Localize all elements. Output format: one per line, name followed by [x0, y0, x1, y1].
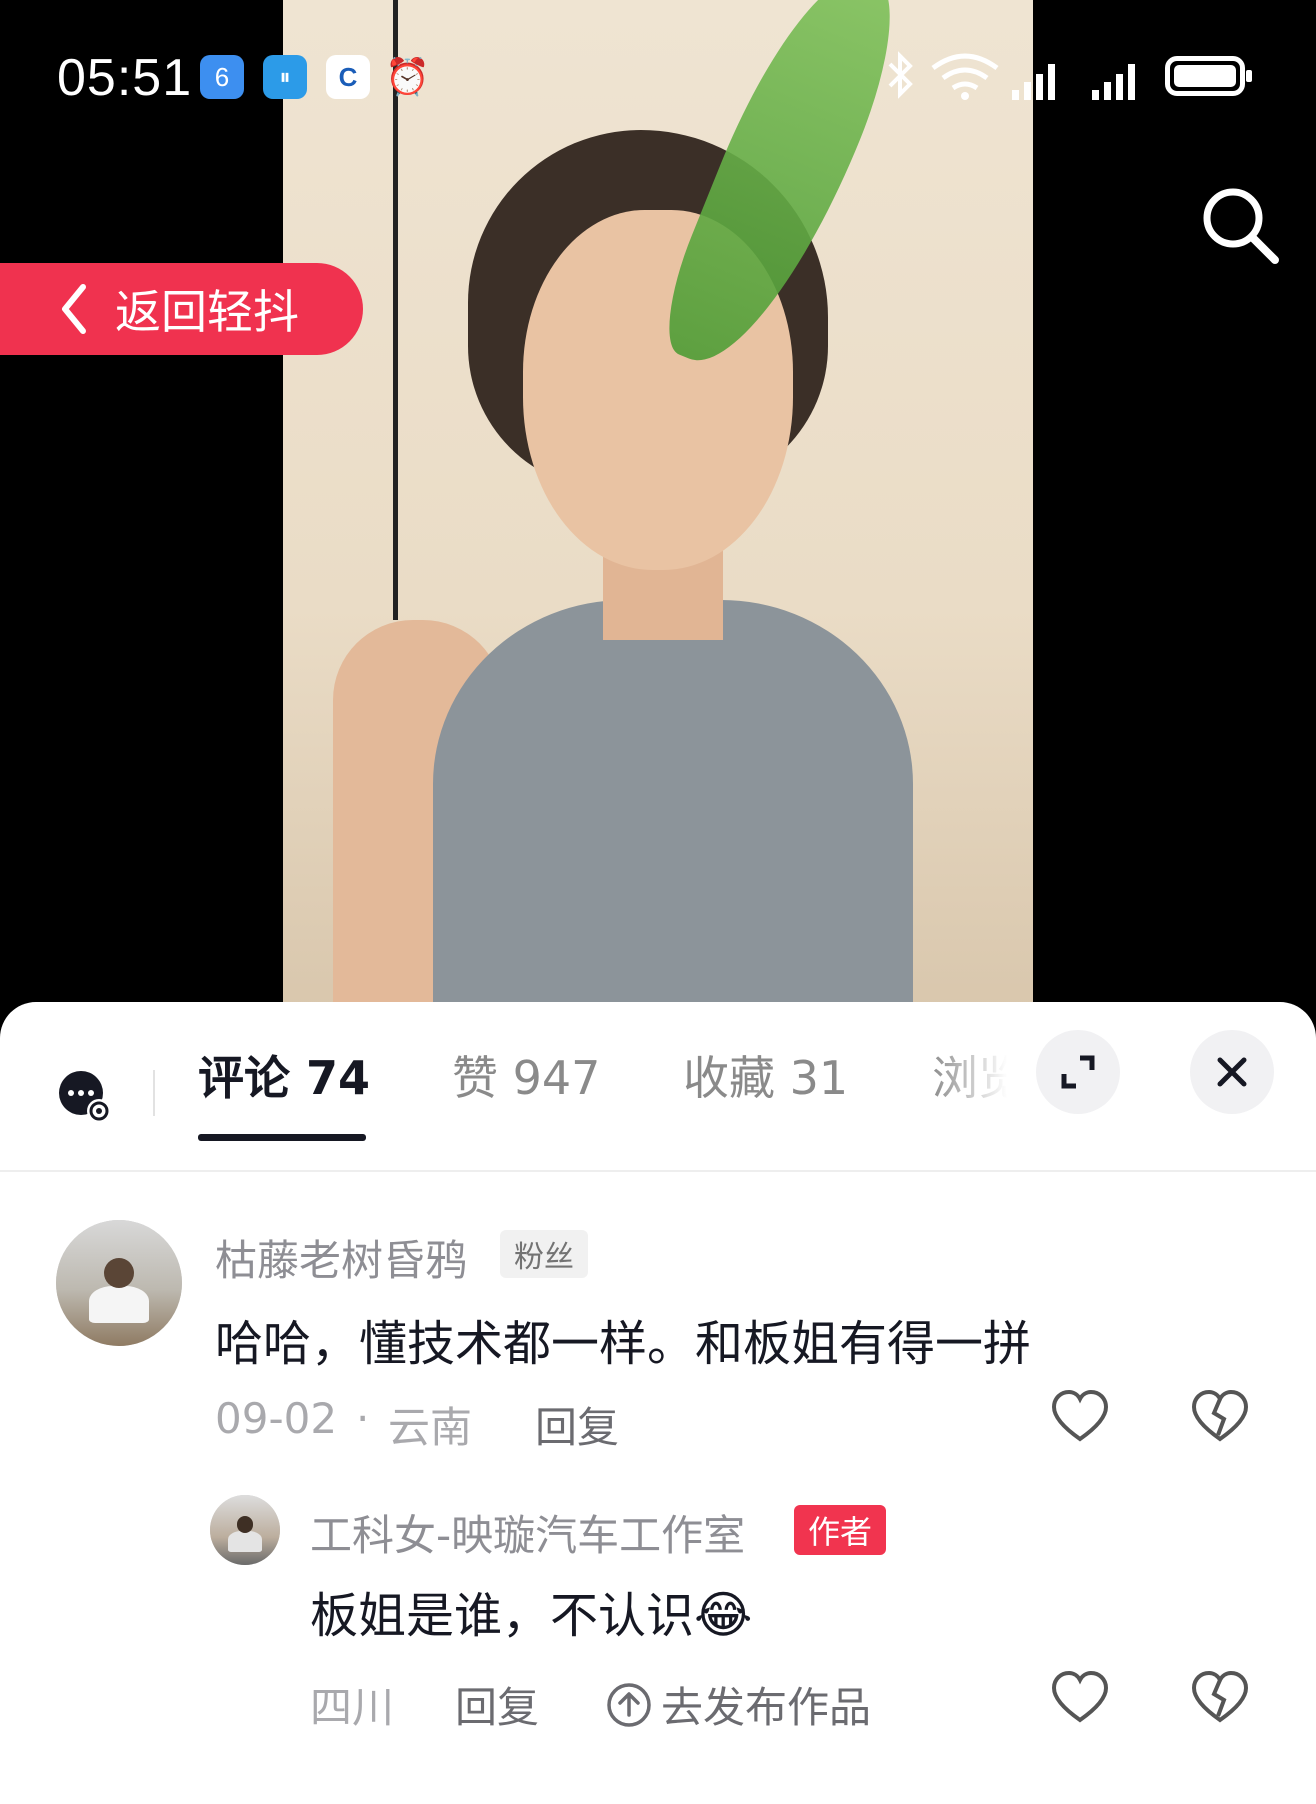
chat-settings-icon[interactable]	[55, 1067, 115, 1127]
laughing-emoji-icon: 😂	[694, 1586, 753, 1644]
close-button[interactable]	[1190, 1030, 1274, 1114]
author-avatar[interactable]	[210, 1495, 280, 1565]
tab-favorites[interactable]: 收藏 31	[683, 1042, 848, 1108]
comment-date: 09-02	[215, 1394, 338, 1443]
tabs-bar: 评论 74 赞 947 收藏 31 浏览	[0, 1002, 1316, 1172]
publish-work-label: 去发布作品	[661, 1683, 872, 1732]
battery-level	[1174, 65, 1236, 87]
tab-divider	[153, 1070, 155, 1116]
video-person-dress	[433, 600, 913, 1010]
comment-username[interactable]: 枯藤老树昏鸦	[215, 1227, 467, 1288]
fan-badge: 粉丝	[500, 1230, 588, 1278]
app-c-icon: C	[326, 55, 370, 99]
signal-icon	[1012, 64, 1055, 100]
back-button-label: 返回轻抖	[115, 285, 299, 339]
comment-text: 哈哈，懂技术都一样。和板姐有得一拼	[215, 1316, 1032, 1372]
comment-location: 云南	[388, 1403, 473, 1452]
like-heart-icon[interactable]	[1050, 1387, 1110, 1447]
dislike-broken-heart-icon[interactable]	[1190, 1668, 1250, 1728]
status-time: 05:51	[57, 49, 193, 107]
author-badge: 作者	[794, 1505, 887, 1555]
like-heart-icon[interactable]	[1050, 1668, 1110, 1728]
tab-likes[interactable]: 赞 947	[452, 1042, 600, 1108]
app-pause-icon: ⏸	[263, 55, 307, 99]
reply-text-content: 板姐是谁，不认识	[310, 1588, 695, 1644]
signal-icon	[1092, 64, 1135, 100]
expand-button[interactable]	[1036, 1030, 1120, 1114]
tabs-fade	[930, 1022, 1040, 1142]
wifi-icon	[931, 53, 999, 100]
active-tab-indicator	[198, 1134, 366, 1141]
reply-text: 板姐是谁，不认识😂	[310, 1576, 752, 1646]
dislike-broken-heart-icon[interactable]	[1190, 1387, 1250, 1447]
expand-icon	[1061, 1055, 1095, 1089]
upload-arrow-icon	[607, 1682, 651, 1727]
publish-work-button[interactable]: 去发布作品	[605, 1674, 871, 1735]
close-icon	[1217, 1057, 1247, 1087]
reply-button[interactable]: 回复	[535, 1394, 619, 1455]
tab-comments[interactable]: 评论 74	[198, 1042, 370, 1108]
reply-location: 四川	[310, 1683, 395, 1732]
reply-button[interactable]: 回复	[455, 1674, 539, 1735]
comment-meta-separator: ·	[356, 1394, 370, 1443]
avatar[interactable]	[56, 1220, 182, 1346]
chevron-left-icon	[62, 284, 86, 334]
search-icon[interactable]	[1195, 180, 1285, 270]
bluetooth-icon	[888, 51, 913, 99]
back-to-app-button[interactable]: 返回轻抖	[0, 263, 363, 355]
alarm-icon: ⏰	[385, 56, 430, 97]
app-6-icon: 6	[200, 55, 244, 99]
author-username[interactable]: 工科女-映璇汽车工作室	[310, 1502, 745, 1563]
comment-sheet: 评论 74 赞 947 收藏 31 浏览 枯藤老树昏鸦 粉丝 哈哈，懂技术都一样…	[0, 1002, 1316, 1804]
battery-icon	[1165, 56, 1252, 96]
status-bar: 05:51 6 ⏸ C ⏰	[0, 0, 1316, 160]
